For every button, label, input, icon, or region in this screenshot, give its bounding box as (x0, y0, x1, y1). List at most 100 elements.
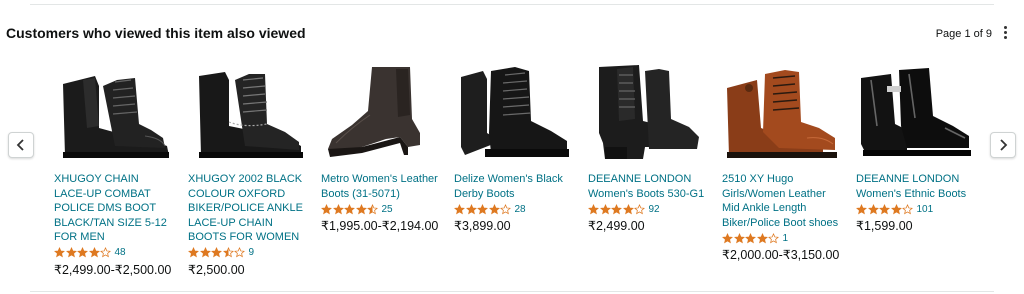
star-icon (611, 203, 622, 214)
star-icon (733, 232, 745, 243)
star-rating (722, 232, 780, 244)
section-title: Customers who viewed this item also view… (6, 25, 306, 41)
star-rating (588, 203, 646, 215)
star-icon (500, 203, 511, 214)
review-count[interactable]: 48 (115, 247, 126, 258)
star-icon (188, 247, 199, 258)
product-carousel: XHUGOY CHAIN LACE-UP COMBAT POLICE DMS B… (48, 58, 974, 288)
product-price: ₹2,499.00 (588, 219, 645, 233)
star-rating (188, 247, 246, 258)
product-title-link[interactable]: DEEANNE LONDON Women's Ethnic Boots (856, 172, 976, 201)
star-icon (902, 203, 913, 214)
product-card[interactable]: Delize Women's Black Derby Boots 28 ₹3,8… (454, 58, 574, 234)
product-image[interactable] (588, 58, 708, 168)
review-count[interactable]: 1 (783, 233, 789, 244)
product-image[interactable] (54, 58, 174, 168)
product-image[interactable] (454, 58, 574, 168)
star-icon (199, 247, 211, 258)
star-rating (856, 203, 914, 215)
star-icon (332, 203, 344, 214)
product-card[interactable]: Metro Women's Leather Boots (31-5071) 25… (321, 58, 441, 234)
rating[interactable]: 92 (588, 202, 708, 216)
product-image[interactable] (856, 58, 976, 168)
star-icon (867, 203, 879, 214)
tan-biker-boot-icon (727, 69, 837, 158)
star-icon (745, 232, 756, 243)
star-icon (211, 247, 222, 258)
carousel-next-button[interactable] (990, 132, 1016, 158)
product-image[interactable] (321, 58, 441, 168)
chevron-left-icon (16, 139, 24, 151)
page-indicator: Page 1 of 9 (935, 28, 992, 40)
review-count[interactable]: 101 (917, 204, 934, 215)
chevron-right-icon (1000, 139, 1008, 151)
black-combat-boot-icon (63, 75, 169, 158)
rating[interactable]: 28 (454, 202, 574, 216)
star-icon (622, 203, 634, 214)
star-icon (88, 247, 100, 258)
review-count[interactable]: 92 (649, 204, 660, 215)
black-oxford-boot-icon (199, 71, 303, 158)
product-price: ₹1,995.00-₹2,194.00 (321, 219, 439, 233)
product-price: ₹2,500.00 (188, 262, 245, 277)
star-icon (856, 203, 867, 214)
product-price: ₹1,599.00 (856, 219, 913, 233)
rating[interactable]: 48 (54, 246, 174, 260)
star-icon (879, 203, 890, 214)
star-rating (454, 203, 512, 215)
star-rating (321, 203, 379, 215)
product-card[interactable]: XHUGOY 2002 BLACK COLOUR OXFORD BIKER/PO… (188, 58, 308, 278)
star-icon (768, 232, 779, 243)
rating[interactable]: 101 (856, 202, 976, 216)
product-price: ₹2,499.00-₹2,500.00 (54, 262, 172, 277)
rating[interactable]: 25 (321, 202, 441, 216)
star-icon (634, 203, 645, 214)
star-icon (367, 203, 378, 214)
product-title-link[interactable]: 2510 XY Hugo Girls/Women Leather Mid Ank… (722, 172, 842, 230)
review-count[interactable]: 9 (249, 247, 255, 258)
product-card[interactable]: DEEANNE LONDON Women's Boots 530-G1 92 ₹… (588, 58, 708, 234)
product-title-link[interactable]: DEEANNE LONDON Women's Boots 530-G1 (588, 172, 708, 201)
star-icon (465, 203, 477, 214)
product-title-link[interactable]: XHUGOY CHAIN LACE-UP COMBAT POLICE DMS B… (54, 172, 174, 245)
star-icon (722, 232, 733, 243)
top-divider (30, 4, 994, 5)
product-card[interactable]: DEEANNE LONDON Women's Ethnic Boots 101 … (856, 58, 976, 234)
product-title-link[interactable]: Delize Women's Black Derby Boots (454, 172, 574, 201)
product-title-link[interactable]: XHUGOY 2002 BLACK COLOUR OXFORD BIKER/PO… (188, 172, 308, 245)
star-icon (454, 203, 465, 214)
rating[interactable]: 1 (722, 231, 842, 245)
review-count[interactable]: 28 (515, 204, 526, 215)
product-image[interactable] (188, 58, 308, 168)
star-icon (344, 203, 355, 214)
star-icon (355, 203, 367, 214)
product-price: ₹2,000.00-₹3,150.00 (722, 248, 840, 262)
product-title-link[interactable]: Metro Women's Leather Boots (31-5071) (321, 172, 441, 201)
star-icon (234, 247, 245, 258)
carousel-header: Customers who viewed this item also view… (6, 24, 1014, 44)
review-count[interactable]: 25 (382, 204, 393, 215)
product-price: ₹3,899.00 (454, 219, 511, 233)
star-rating (54, 247, 112, 258)
star-icon (321, 203, 332, 214)
star-icon (222, 247, 234, 258)
star-icon (100, 247, 111, 258)
brown-heeled-boot-icon (328, 67, 420, 157)
star-icon (54, 247, 65, 258)
more-options-icon[interactable] (1000, 24, 1010, 42)
star-icon (65, 247, 77, 258)
star-icon (77, 247, 88, 258)
rating[interactable]: 9 (188, 246, 308, 260)
product-card[interactable]: 2510 XY Hugo Girls/Women Leather Mid Ank… (722, 58, 842, 263)
black-derby-boot-icon (461, 67, 569, 157)
product-card[interactable]: XHUGOY CHAIN LACE-UP COMBAT POLICE DMS B… (54, 58, 174, 278)
carousel-prev-button[interactable] (8, 132, 34, 158)
black-block-heel-boot-icon (599, 65, 699, 159)
product-image[interactable] (722, 58, 842, 168)
star-icon (588, 203, 599, 214)
star-icon (477, 203, 488, 214)
patent-ankle-boot-icon (861, 67, 971, 156)
bottom-divider (30, 291, 994, 292)
star-icon (890, 203, 902, 214)
star-icon (756, 232, 768, 243)
